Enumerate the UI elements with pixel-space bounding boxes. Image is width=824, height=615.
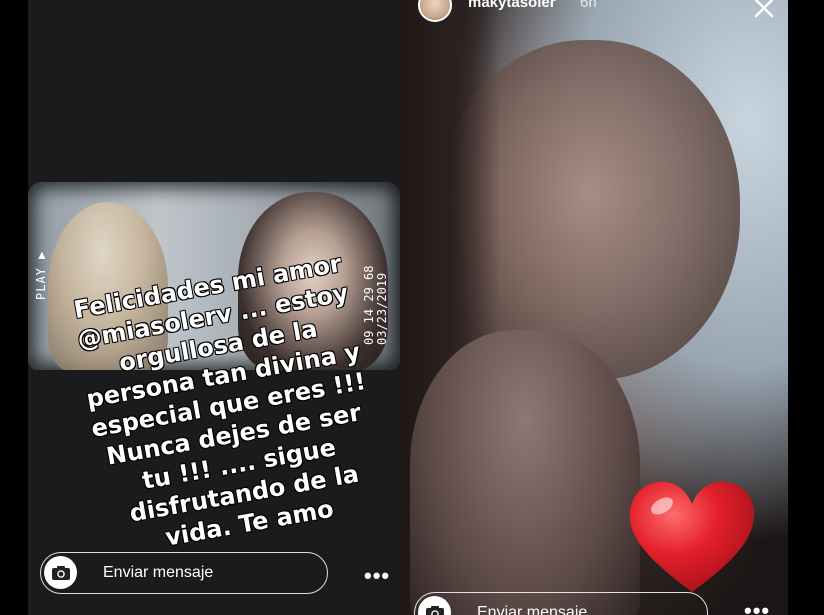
camera-button[interactable] xyxy=(44,556,77,589)
post-time: 6h xyxy=(580,0,597,11)
vhs-play-label: PLAY ▶ xyxy=(34,250,48,300)
message-placeholder: Enviar mensaje xyxy=(477,604,588,615)
message-placeholder: Enviar mensaje xyxy=(103,564,214,581)
more-options-button[interactable]: ••• xyxy=(364,563,390,589)
story-right[interactable]: makytasoler 6h Enviar mensaje ••• xyxy=(400,0,788,615)
message-input[interactable]: Enviar mensaje xyxy=(414,592,708,615)
camera-icon xyxy=(425,605,444,615)
camera-button[interactable] xyxy=(418,596,451,615)
more-options-button[interactable]: ••• xyxy=(744,598,770,615)
avatar[interactable] xyxy=(418,0,452,22)
close-icon[interactable] xyxy=(752,0,776,20)
message-input[interactable]: Enviar mensaje xyxy=(40,552,328,594)
story-header: makytasoler 6h xyxy=(400,0,788,22)
camera-icon xyxy=(51,565,70,580)
heart-sticker xyxy=(629,481,754,592)
photo-shoulder xyxy=(410,330,640,615)
story-left[interactable]: PLAY ▶ 09 14 29 68 03/23/2019 Felicidade… xyxy=(28,0,400,615)
username[interactable]: makytasoler xyxy=(468,0,556,11)
